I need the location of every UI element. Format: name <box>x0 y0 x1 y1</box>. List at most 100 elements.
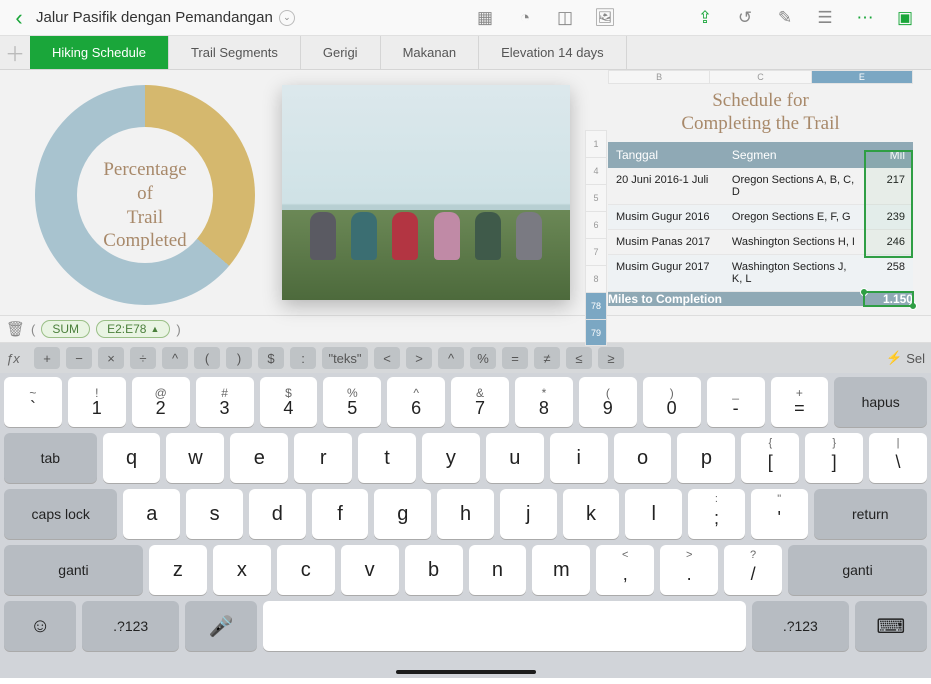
key--[interactable]: _- <box>707 377 765 427</box>
operator-key[interactable]: − <box>66 347 92 369</box>
key-a[interactable]: a <box>123 489 180 539</box>
key-y[interactable]: y <box>422 433 480 483</box>
key-e[interactable]: e <box>230 433 288 483</box>
tab-elevation[interactable]: Elevation 14 days <box>479 36 627 69</box>
key-g[interactable]: g <box>374 489 431 539</box>
capslock-key[interactable]: caps lock <box>4 489 117 539</box>
selection-handle-icon[interactable] <box>909 302 917 310</box>
key-p[interactable]: p <box>677 433 735 483</box>
key-.[interactable]: >. <box>660 545 718 595</box>
title-dropdown-icon[interactable]: ⌄ <box>279 10 295 26</box>
alt-key-right[interactable]: .?123 <box>752 601 849 651</box>
key-s[interactable]: s <box>186 489 243 539</box>
formula-range-token[interactable]: E2:E78 ▲ <box>96 320 170 338</box>
insert-icon[interactable]: ▣ <box>890 3 920 33</box>
operator-key[interactable]: $ <box>258 347 284 369</box>
shape-icon[interactable]: ◫ <box>550 3 580 33</box>
return-key[interactable]: return <box>814 489 927 539</box>
key-c[interactable]: c <box>277 545 335 595</box>
col-b[interactable]: B <box>608 70 710 84</box>
key-q[interactable]: q <box>103 433 161 483</box>
delete-formula-icon[interactable]: 🗑 <box>6 320 25 338</box>
embedded-photo[interactable] <box>282 85 570 300</box>
more-icon[interactable]: ⋯ <box>850 3 880 33</box>
operator-key[interactable]: > <box>406 347 432 369</box>
tab-makanan[interactable]: Makanan <box>381 36 479 69</box>
table-row[interactable]: Musim Panas 2017Washington Sections H, I… <box>608 230 913 255</box>
key-6[interactable]: ^6 <box>387 377 445 427</box>
table-icon[interactable]: ▦ <box>470 3 500 33</box>
operator-key[interactable]: "teks" <box>322 347 368 369</box>
key-z[interactable]: z <box>149 545 207 595</box>
operator-key[interactable]: ≥ <box>598 347 624 369</box>
key-i[interactable]: i <box>550 433 608 483</box>
key-k[interactable]: k <box>563 489 620 539</box>
operator-key[interactable]: ^ <box>438 347 464 369</box>
operator-key[interactable]: = <box>502 347 528 369</box>
key-=[interactable]: += <box>771 377 829 427</box>
key-[[interactable]: {[ <box>741 433 799 483</box>
key-3[interactable]: #3 <box>196 377 254 427</box>
operator-key[interactable]: ≠ <box>534 347 560 369</box>
key-8[interactable]: *8 <box>515 377 573 427</box>
key-5[interactable]: %5 <box>323 377 381 427</box>
tab-key[interactable]: tab <box>4 433 97 483</box>
key-h[interactable]: h <box>437 489 494 539</box>
table-row[interactable]: Musim Gugur 2016Oregon Sections E, F, G2… <box>608 205 913 230</box>
table-row[interactable]: Musim Gugur 2017Washington Sections J, K… <box>608 255 913 292</box>
col-e[interactable]: E <box>812 70 913 84</box>
operator-key[interactable]: × <box>98 347 124 369</box>
add-sheet-button[interactable]: ＋ <box>0 36 30 69</box>
key-j[interactable]: j <box>500 489 557 539</box>
range-dropdown-icon[interactable]: ▲ <box>150 324 159 334</box>
key-x[interactable]: x <box>213 545 271 595</box>
key-9[interactable]: (9 <box>579 377 637 427</box>
table-row[interactable]: 20 Juni 2016-1 JuliOregon Sections A, B,… <box>608 168 913 205</box>
key-d[interactable]: d <box>249 489 306 539</box>
fx-icon[interactable]: ƒx <box>6 351 28 366</box>
alt-key-left[interactable]: .?123 <box>82 601 179 651</box>
operator-key[interactable]: % <box>470 347 496 369</box>
spacebar[interactable] <box>263 601 746 651</box>
key-w[interactable]: w <box>166 433 224 483</box>
undo-icon[interactable]: ↺ <box>730 3 760 33</box>
key-,[interactable]: <, <box>596 545 654 595</box>
key-t[interactable]: t <box>358 433 416 483</box>
operator-key[interactable]: ( <box>194 347 220 369</box>
operator-key[interactable]: ^ <box>162 347 188 369</box>
col-c[interactable]: C <box>710 70 811 84</box>
cell-reference-button[interactable]: ⚡ Sel <box>886 350 925 366</box>
donut-chart[interactable]: Percentage of Trail Completed <box>20 80 270 310</box>
spreadsheet-canvas[interactable]: Percentage of Trail Completed B C E 1 4 … <box>0 70 931 315</box>
key-2[interactable]: @2 <box>132 377 190 427</box>
shift-key-left[interactable]: ganti <box>4 545 143 595</box>
key-4[interactable]: $4 <box>260 377 318 427</box>
column-headers[interactable]: B C E <box>608 70 913 84</box>
key-v[interactable]: v <box>341 545 399 595</box>
tab-hiking-schedule[interactable]: Hiking Schedule <box>30 36 169 69</box>
key-][interactable]: }] <box>805 433 863 483</box>
key-u[interactable]: u <box>486 433 544 483</box>
key-7[interactable]: &7 <box>451 377 509 427</box>
shift-key-right[interactable]: ganti <box>788 545 927 595</box>
key-m[interactable]: m <box>532 545 590 595</box>
key-f[interactable]: f <box>312 489 369 539</box>
delete-key[interactable]: hapus <box>834 377 927 427</box>
tab-trail-segments[interactable]: Trail Segments <box>169 36 301 69</box>
home-indicator[interactable] <box>396 670 536 674</box>
key-b[interactable]: b <box>405 545 463 595</box>
key-0[interactable]: )0 <box>643 377 701 427</box>
format-brush-icon[interactable]: ✎ <box>770 3 800 33</box>
dismiss-keyboard-key[interactable]: ⌨ <box>855 601 927 651</box>
key-`[interactable]: ~` <box>4 377 62 427</box>
operator-key[interactable]: + <box>34 347 60 369</box>
back-button[interactable]: ‹ <box>6 5 32 31</box>
selected-cell[interactable]: 1.150 <box>864 292 913 306</box>
emoji-key[interactable]: ☺ <box>4 601 76 651</box>
tab-gerigi[interactable]: Gerigi <box>301 36 381 69</box>
formula-token[interactable]: SUM <box>41 320 90 338</box>
document-title[interactable]: Jalur Pasifik dengan Pemandangan ⌄ <box>36 9 295 26</box>
operator-key[interactable]: : <box>290 347 316 369</box>
share-icon[interactable]: ⇪ <box>690 3 720 33</box>
key-l[interactable]: l <box>625 489 682 539</box>
